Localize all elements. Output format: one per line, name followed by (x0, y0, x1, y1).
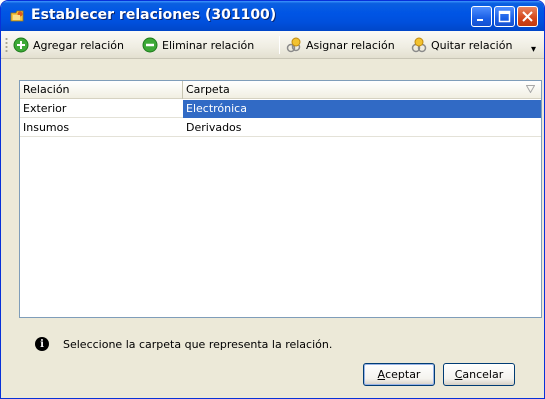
remove-relation-label: Eliminar relación (162, 38, 255, 52)
unassign-link-icon (411, 37, 427, 53)
column-header-relacion[interactable]: Relación (20, 81, 183, 99)
app-icon (9, 8, 25, 24)
assign-relation-button[interactable]: Asignar relación (286, 35, 395, 55)
remove-icon (142, 37, 158, 53)
maximize-icon (498, 10, 511, 23)
assign-link-icon (286, 37, 302, 53)
table-row[interactable]: Exterior Electrónica (20, 100, 541, 118)
add-icon (13, 37, 29, 53)
cancel-button[interactable]: Cancelar (443, 363, 515, 386)
cell-relacion[interactable]: Insumos (20, 119, 183, 137)
cell-carpeta-selected[interactable]: Electrónica (183, 100, 541, 118)
accept-label: ceptar (385, 368, 421, 381)
info-icon: i (35, 337, 49, 351)
assign-relation-label: Asignar relación (306, 38, 395, 52)
title-bar[interactable]: Establecer relaciones (301100) (1, 1, 544, 31)
accept-button[interactable]: Aceptar (363, 363, 435, 386)
unassign-relation-label: Quitar relación (431, 38, 513, 52)
column-header-carpeta-label: Carpeta (186, 83, 230, 96)
toolbar-overflow-icon[interactable]: ▾ (531, 44, 536, 55)
add-relation-label: Agregar relación (33, 38, 124, 52)
cancel-mnemonic: C (454, 368, 463, 381)
status-message: i Seleccione la carpeta que representa l… (35, 336, 332, 352)
status-text: Seleccione la carpeta que representa la … (63, 337, 333, 351)
table-row[interactable]: Insumos Derivados (20, 119, 541, 137)
close-button[interactable] (517, 6, 538, 27)
remove-relation-button[interactable]: Eliminar relación (142, 35, 254, 55)
window-title: Establecer relaciones (301100) (31, 7, 277, 23)
cell-relacion[interactable]: Exterior (20, 100, 183, 118)
toolbar: Agregar relación Eliminar relación Asign… (1, 31, 544, 59)
minimize-icon (477, 19, 483, 21)
column-header-carpeta[interactable]: Carpeta (183, 81, 541, 99)
table-header: Relación Carpeta (20, 81, 541, 99)
filter-icon[interactable] (526, 85, 535, 93)
cancel-label: ancelar (462, 368, 504, 381)
dialog-window: Establecer relaciones (301100) Agregar r… (0, 0, 545, 399)
close-icon (522, 11, 533, 22)
cell-carpeta[interactable]: Derivados (183, 119, 541, 137)
toolbar-grip[interactable] (5, 37, 8, 54)
accept-mnemonic: A (377, 368, 386, 381)
add-relation-button[interactable]: Agregar relación (13, 35, 124, 55)
toolbar-separator (279, 36, 280, 54)
maximize-button[interactable] (494, 6, 515, 27)
minimize-button[interactable] (471, 6, 492, 27)
unassign-relation-button[interactable]: Quitar relación (411, 35, 512, 55)
relations-table: Relación Carpeta Exterior Electrónica In… (19, 80, 542, 318)
